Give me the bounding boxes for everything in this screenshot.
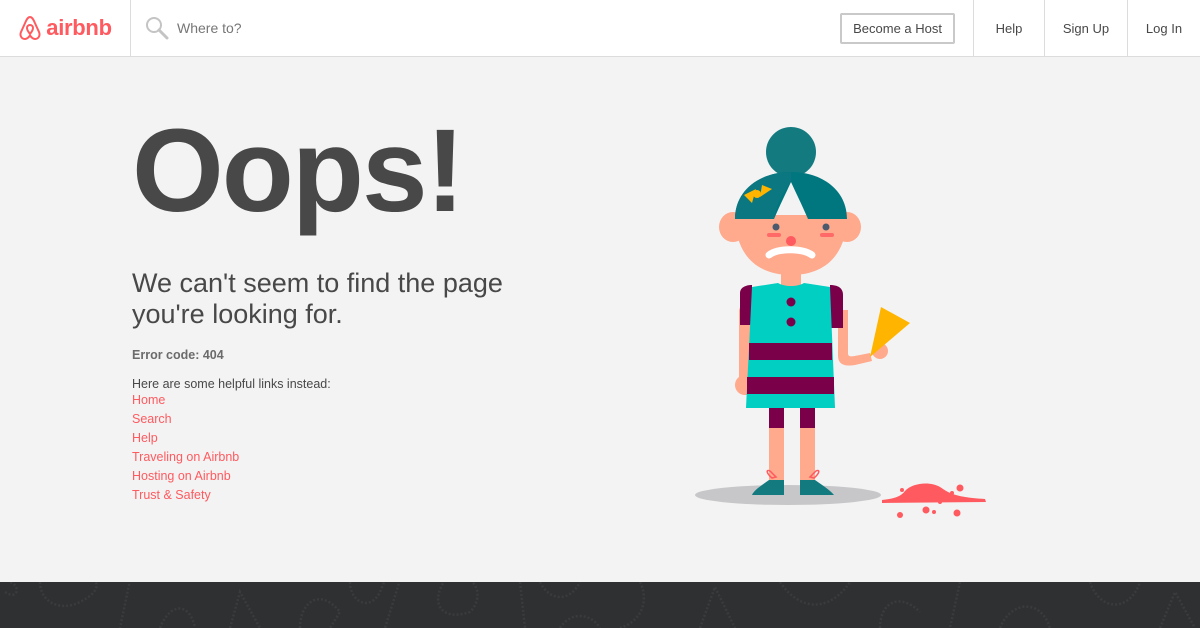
- list-item: Home: [132, 391, 503, 410]
- airbnb-belo-icon: [19, 15, 41, 41]
- link-help[interactable]: Help: [132, 431, 158, 445]
- list-item: Trust & Safety: [132, 486, 503, 505]
- become-host-button[interactable]: Become a Host: [840, 12, 955, 44]
- list-item: Help: [132, 429, 503, 448]
- brand-wordmark: airbnb: [46, 15, 112, 40]
- search-icon: [146, 17, 169, 40]
- become-host-cell: Become a Host: [822, 0, 973, 56]
- hair-bun: [766, 127, 816, 177]
- error-message-line-2: you're looking for.: [132, 299, 343, 329]
- nav-sign-up[interactable]: Sign Up: [1044, 0, 1127, 56]
- top-nav-bar: airbnb Become a Host Help Sign Up Log In: [0, 0, 1200, 57]
- dropped-ice-cream-icon: [882, 483, 986, 518]
- error-code: Error code: 404: [132, 348, 224, 362]
- nav-help[interactable]: Help: [973, 0, 1044, 56]
- link-traveling[interactable]: Traveling on Airbnb: [132, 450, 239, 464]
- list-item: Search: [132, 410, 503, 429]
- link-search[interactable]: Search: [132, 412, 172, 426]
- nav-log-in[interactable]: Log In: [1127, 0, 1200, 56]
- list-item: Hosting on Airbnb: [132, 467, 503, 486]
- list-item: Traveling on Airbnb: [132, 448, 503, 467]
- error-message-line-1: We can't seem to find the page: [132, 268, 503, 298]
- search-input[interactable]: [177, 20, 477, 36]
- footer: [0, 582, 1200, 628]
- link-trust-safety[interactable]: Trust & Safety: [132, 488, 211, 502]
- link-hosting[interactable]: Hosting on Airbnb: [132, 469, 231, 483]
- sad-girl-illustration: [695, 127, 986, 518]
- link-home[interactable]: Home: [132, 393, 165, 407]
- airbnb-logo-link[interactable]: airbnb: [0, 0, 131, 56]
- search-bar[interactable]: [131, 0, 822, 56]
- page-title: Oops!: [132, 105, 465, 237]
- error-content: Oops! We can't seem to find the page you…: [132, 112, 503, 505]
- ground-shadow: [695, 485, 881, 505]
- error-message: We can't seem to find the page you're lo…: [132, 268, 503, 330]
- helpful-links-intro: Here are some helpful links instead:: [132, 377, 331, 391]
- helpful-links-list: Home Search Help Traveling on Airbnb Hos…: [132, 391, 503, 505]
- footer-pattern: [4, 582, 1197, 628]
- ice-cream-cone-icon: [870, 307, 910, 357]
